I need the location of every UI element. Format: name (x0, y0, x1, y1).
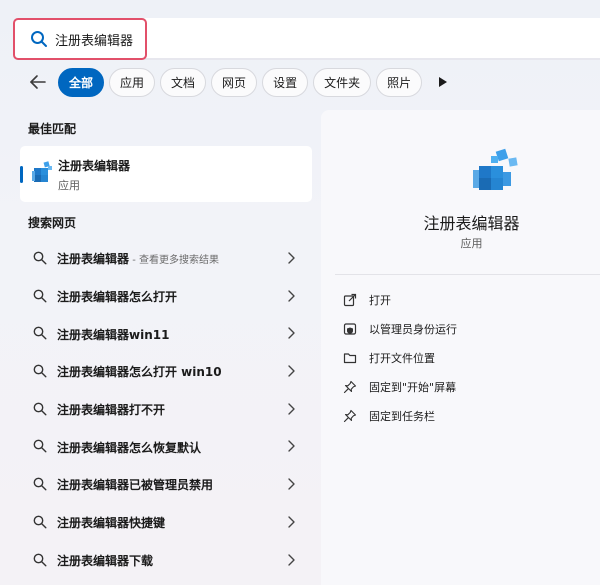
search-icon (31, 31, 47, 47)
chevron-right-icon (288, 440, 295, 453)
web-search-item[interactable]: 注册表编辑器怎么打开 win10 (20, 353, 312, 391)
pin-icon (343, 380, 357, 393)
action-pin-to-start[interactable]: 固定到"开始"屏幕 (343, 372, 457, 401)
filter-chip-all[interactable]: 全部 (58, 67, 105, 97)
web-search-text: 注册表编辑器 (57, 252, 130, 267)
arrow-left-icon (30, 75, 46, 89)
action-label: 固定到任务栏 (369, 409, 435, 423)
chevron-right-icon (288, 516, 295, 528)
best-match-type: 应用 (58, 179, 80, 192)
action-open[interactable]: 打开 (343, 286, 457, 315)
web-search-text: 注册表编辑器怎么恢复默认 (57, 440, 202, 455)
web-search-item[interactable]: 注册表编辑器已被管理员禁用 (20, 466, 312, 504)
web-search-item[interactable]: 注册表编辑器打不开 (20, 391, 312, 429)
best-match-name: 注册表编辑器 (58, 159, 131, 173)
web-search-heading: 搜索网页 (28, 216, 77, 230)
detail-app-type: 应用 (460, 237, 483, 250)
search-icon (33, 553, 47, 567)
web-search-item[interactable]: 注册表编辑器win11 (20, 315, 312, 353)
web-search-item[interactable]: 注册表编辑器怎么打开 (20, 278, 312, 316)
detail-panel: 注册表编辑器 应用 打开 以管理员身份运行 打开文件位置 固定到"开始"屏幕 固… (321, 110, 600, 585)
divider (335, 274, 600, 275)
chevron-right-icon (288, 478, 295, 490)
web-search-text: 注册表编辑器打不开 (57, 403, 166, 418)
search-input[interactable] (55, 28, 355, 50)
action-label: 固定到"开始"屏幕 (369, 380, 457, 394)
web-search-text: 注册表编辑器下载 (57, 553, 154, 568)
chevron-right-icon (288, 252, 295, 264)
search-icon (33, 515, 47, 529)
web-search-text: 注册表编辑器win11 (57, 327, 170, 342)
more-filters-button[interactable] (435, 74, 451, 90)
web-search-text: 注册表编辑器怎么打开 (57, 290, 178, 305)
search-icon (33, 326, 47, 340)
search-icon (33, 477, 47, 491)
web-search-item[interactable]: 注册表编辑器快捷键 (20, 504, 312, 542)
filter-chip-photos[interactable]: 照片 (376, 67, 423, 97)
search-icon (33, 440, 47, 453)
chevron-right-icon (288, 553, 295, 566)
action-label: 打开文件位置 (369, 351, 435, 365)
best-match-item[interactable]: 注册表编辑器 应用 (20, 146, 312, 202)
folder-icon (343, 353, 357, 364)
search-bar[interactable] (13, 18, 600, 60)
detail-app-name: 注册表编辑器 (423, 214, 520, 233)
web-search-text: 注册表编辑器怎么打开 win10 (57, 365, 222, 380)
filter-chip-documents[interactable]: 文档 (160, 67, 207, 97)
filter-chip-apps[interactable]: 应用 (109, 67, 156, 97)
pin-icon (343, 409, 357, 422)
filter-bar: 全部 应用 文档 网页 设置 文件夹 照片 (26, 66, 451, 98)
web-search-item[interactable]: 注册表编辑器下载 (20, 542, 312, 580)
web-search-text: 注册表编辑器快捷键 (57, 516, 166, 531)
action-label: 打开 (369, 294, 391, 308)
shield-admin-icon (343, 323, 357, 335)
search-icon (33, 364, 47, 378)
action-run-as-admin[interactable]: 以管理员身份运行 (343, 315, 457, 344)
filter-chip-web[interactable]: 网页 (211, 67, 258, 97)
open-external-icon (343, 294, 357, 307)
best-match-heading: 最佳匹配 (28, 122, 77, 136)
chevron-right-icon (288, 327, 295, 340)
web-search-list: 注册表编辑器 - 查看更多搜索结果 注册表编辑器怎么打开 注册表编辑器win11… (20, 240, 312, 579)
action-list: 打开 以管理员身份运行 打开文件位置 固定到"开始"屏幕 固定到任务栏 (343, 286, 457, 430)
registry-editor-icon (473, 148, 518, 190)
search-icon (33, 289, 47, 303)
selection-indicator (20, 166, 23, 183)
filter-chip-folders[interactable]: 文件夹 (313, 67, 372, 97)
search-icon (33, 251, 47, 265)
web-search-subtext: - 查看更多搜索结果 (129, 255, 219, 267)
action-pin-to-taskbar[interactable]: 固定到任务栏 (343, 401, 457, 430)
registry-editor-icon (32, 161, 52, 182)
web-search-item[interactable]: 注册表编辑器 - 查看更多搜索结果 (20, 240, 312, 278)
play-icon (439, 77, 448, 87)
action-label: 以管理员身份运行 (369, 323, 457, 337)
action-open-file-location[interactable]: 打开文件位置 (343, 344, 457, 373)
web-search-text: 注册表编辑器已被管理员禁用 (57, 478, 214, 493)
search-icon (33, 402, 47, 416)
chevron-right-icon (288, 403, 295, 415)
filter-chip-settings[interactable]: 设置 (262, 67, 309, 97)
web-search-item[interactable]: 注册表编辑器怎么恢复默认 (20, 428, 312, 466)
chevron-right-icon (288, 365, 295, 377)
back-button[interactable] (26, 70, 50, 94)
chevron-right-icon (288, 289, 295, 302)
